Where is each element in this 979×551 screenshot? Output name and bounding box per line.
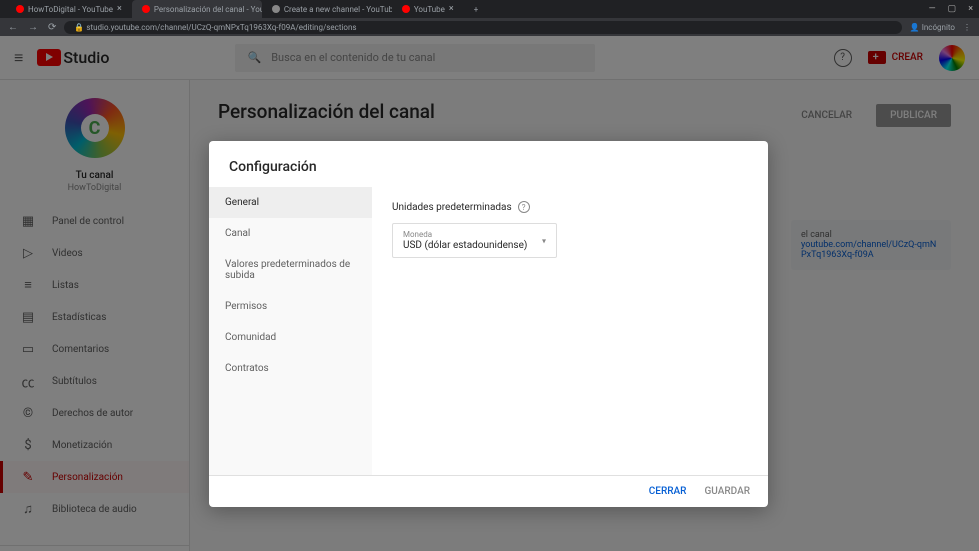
modal-nav-contracts[interactable]: Contratos — [209, 353, 372, 384]
modal-nav-channel[interactable]: Canal — [209, 218, 372, 249]
modal-title: Configuración — [209, 141, 768, 187]
browser-tab[interactable]: Personalización del canal - YouT× — [132, 0, 262, 18]
address-bar: ← → ⟳ 🔒 studio.youtube.com/channel/UCzQ-… — [0, 18, 979, 36]
browser-tab[interactable]: YouTube× — [392, 0, 464, 18]
forward-button[interactable]: → — [28, 22, 38, 33]
modal-save-button[interactable]: GUARDAR — [704, 486, 750, 497]
url-input[interactable]: 🔒 studio.youtube.com/channel/UCzQ-qmNPxT… — [64, 21, 901, 34]
modal-close-button[interactable]: CERRAR — [649, 486, 687, 497]
close-button[interactable]: × — [968, 4, 973, 14]
maximize-button[interactable]: ▢ — [948, 4, 957, 14]
window-controls: — ▢ × — [929, 4, 973, 14]
help-icon[interactable]: ? — [518, 201, 530, 213]
browser-tab[interactable]: HowToDigital - YouTube× — [6, 0, 132, 18]
app: ≡ Studio 🔍 Busca en el contenido de tu c… — [0, 36, 979, 551]
modal-nav-community[interactable]: Comunidad — [209, 322, 372, 353]
browser-tabs: HowToDigital - YouTube× Personalización … — [6, 0, 488, 18]
modal-footer: CERRAR GUARDAR — [209, 475, 768, 507]
dropdown-value: USD (dólar estadounidense) — [403, 240, 546, 251]
section-label: Unidades predeterminadas ? — [392, 201, 748, 213]
back-button[interactable]: ← — [8, 22, 18, 33]
modal-nav-general[interactable]: General — [209, 187, 372, 218]
modal-nav-permissions[interactable]: Permisos — [209, 291, 372, 322]
new-tab-button[interactable]: + — [464, 0, 489, 18]
modal-nav: General Canal Valores predeterminados de… — [209, 187, 372, 475]
minimize-button[interactable]: — — [929, 4, 936, 14]
chevron-down-icon: ▾ — [542, 236, 546, 245]
modal-nav-upload-defaults[interactable]: Valores predeterminados de subida — [209, 249, 372, 291]
modal-content: Unidades predeterminadas ? Moneda USD (d… — [372, 187, 768, 475]
browser-titlebar: HowToDigital - YouTube× Personalización … — [0, 0, 979, 18]
dropdown-label: Moneda — [403, 230, 546, 239]
reload-button[interactable]: ⟳ — [48, 22, 56, 33]
settings-modal: Configuración General Canal Valores pred… — [209, 141, 768, 507]
browser-tab[interactable]: Create a new channel - YouTub× — [262, 0, 392, 18]
incognito-badge: 👤 Incógnito — [910, 23, 955, 32]
currency-dropdown[interactable]: Moneda USD (dólar estadounidense) ▾ — [392, 223, 557, 258]
browser-menu[interactable]: ⋮ — [963, 23, 971, 32]
